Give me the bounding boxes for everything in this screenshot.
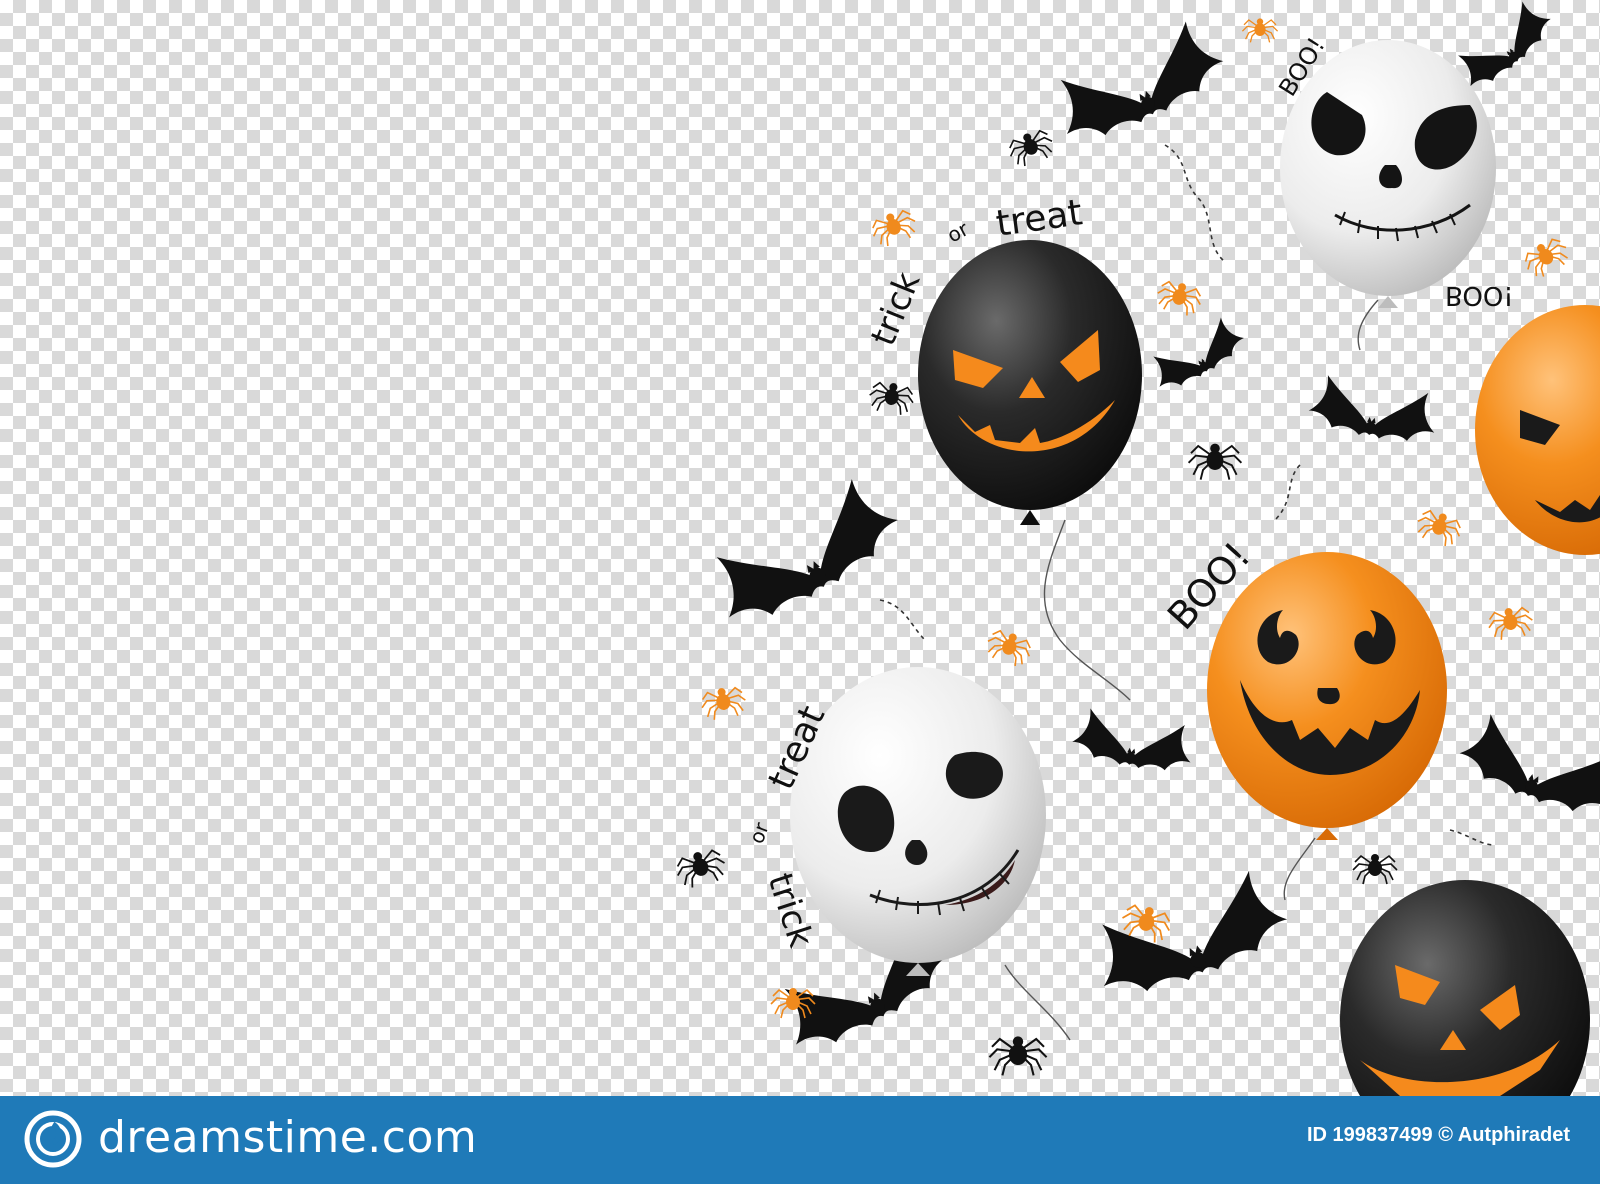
spider-orange xyxy=(1485,603,1536,643)
white-balloon-skeleton-face xyxy=(790,667,1046,976)
or-text: or xyxy=(744,819,774,847)
spider-orange xyxy=(1412,505,1466,551)
bat xyxy=(1069,706,1197,777)
orange-balloon-partial xyxy=(1475,305,1600,555)
halloween-illustration: trick or treat trick or treat BOO! BOO! … xyxy=(672,0,1600,1096)
spider-orange xyxy=(867,205,921,251)
watermark-footer: dreamstime.com ID 199837499 © Autphirade… xyxy=(0,1096,1600,1184)
bat xyxy=(699,469,910,638)
spider-orange xyxy=(982,625,1036,671)
image-id-credit: ID 199837499 © Autphiradet xyxy=(1307,1124,1570,1146)
spider-black xyxy=(1004,125,1058,171)
black-balloon-bottom xyxy=(1340,880,1590,1096)
dreamstime-logo-icon xyxy=(24,1110,82,1168)
spider-black xyxy=(866,378,917,418)
bat xyxy=(1453,708,1600,825)
white-balloon-skull-face xyxy=(1280,40,1496,308)
spider-orange xyxy=(1519,232,1574,283)
spider-orange xyxy=(1153,276,1206,319)
treat-text: treat xyxy=(994,192,1085,245)
bat xyxy=(1144,312,1250,397)
orange-balloon-grin-face xyxy=(1207,552,1447,840)
spider-orange xyxy=(1241,17,1279,44)
brand-name: dreamstime.com xyxy=(98,1112,478,1163)
black-balloon-pumpkin-face xyxy=(918,240,1142,525)
spider-black xyxy=(1352,853,1398,885)
spider-black xyxy=(988,1035,1048,1077)
bat xyxy=(1083,864,1296,1009)
spider-black xyxy=(1187,442,1243,481)
spider-orange xyxy=(698,683,749,723)
image-stage: trick or treat trick or treat BOO! BOO! … xyxy=(0,0,1600,1184)
bat xyxy=(1306,372,1441,448)
trick-text: trick xyxy=(863,266,928,351)
spider-black xyxy=(672,845,730,892)
or-text: or xyxy=(943,216,973,247)
boo-text: BOO! xyxy=(1445,280,1514,310)
bat xyxy=(1045,14,1233,153)
